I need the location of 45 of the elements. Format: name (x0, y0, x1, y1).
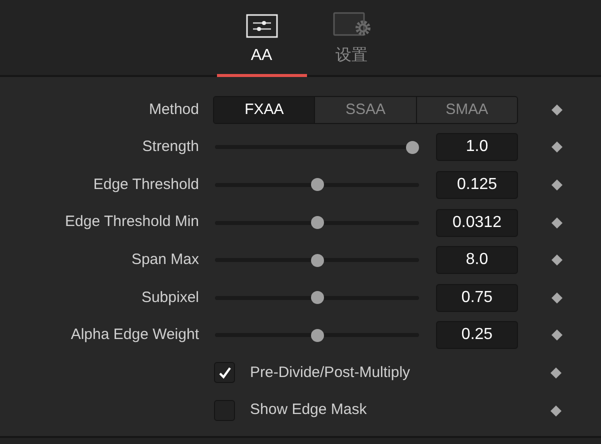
keyframe-icon[interactable] (550, 141, 562, 154)
segment-button[interactable]: SMAA (416, 96, 517, 123)
keyframe-icon[interactable] (550, 254, 562, 266)
keyframe-icon[interactable] (550, 292, 562, 304)
segment-button[interactable]: FXAA (214, 96, 314, 123)
slider[interactable] (215, 328, 419, 342)
segment-button[interactable]: SSAA (314, 96, 416, 123)
keyframe-icon[interactable] (550, 329, 562, 342)
checkbox-label: Pre-Divide/Post-Multiply (250, 362, 410, 383)
value-field[interactable]: 8.0 (436, 246, 518, 274)
value-field[interactable]: 0.75 (436, 284, 518, 312)
field-label: Edge Threshold Min (65, 213, 199, 230)
slider-thumb[interactable] (310, 328, 324, 342)
slider[interactable] (215, 178, 419, 192)
slider-thumb[interactable] (310, 216, 324, 230)
field-label: Alpha Edge Weight (70, 326, 199, 344)
slider-thumb[interactable] (310, 291, 324, 304)
slider[interactable] (215, 291, 419, 304)
slider[interactable] (215, 254, 419, 267)
value-field[interactable]: 0.0312 (436, 208, 518, 237)
value-field[interactable]: 0.125 (436, 170, 518, 199)
keyframe-icon[interactable] (550, 104, 562, 116)
window-gear-icon (332, 12, 370, 38)
field-label: Edge Threshold (93, 176, 199, 193)
value-field[interactable]: 1.0 (436, 133, 518, 162)
tab[interactable]: 设置 (306, 0, 396, 77)
slider[interactable] (215, 216, 419, 230)
slider-thumb[interactable] (310, 254, 324, 267)
keyframe-icon[interactable] (550, 178, 562, 191)
field-label: Strength (142, 138, 199, 156)
slider-thumb[interactable] (406, 140, 419, 154)
keyframe-icon[interactable] (550, 216, 562, 229)
field-label: Span Max (131, 250, 199, 268)
field-label: Method (148, 100, 199, 118)
checkbox-label: Show Edge Mask (250, 400, 367, 420)
field-label: Subpixel (141, 288, 199, 306)
slider[interactable] (215, 140, 419, 154)
tab[interactable]: AA (216, 0, 306, 77)
checkmark-icon (218, 366, 232, 380)
value-field[interactable]: 0.25 (436, 321, 518, 350)
keyframe-icon[interactable] (550, 366, 562, 379)
sliders-icon (246, 14, 278, 38)
slider-thumb[interactable] (310, 178, 324, 192)
keyframe-icon[interactable] (550, 404, 562, 417)
checkbox[interactable] (214, 362, 235, 384)
